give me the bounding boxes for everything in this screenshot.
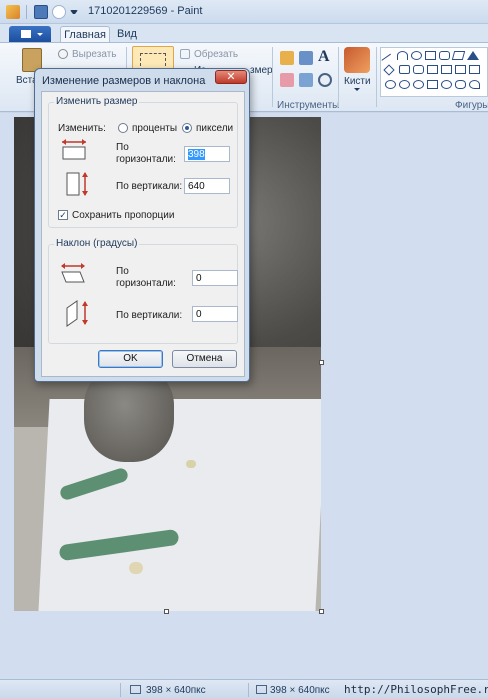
tools-group-label: Инструменты	[277, 100, 340, 111]
pencil-icon[interactable]	[280, 51, 294, 65]
image-size-text: 398 × 640пкс	[270, 685, 330, 696]
title-bar: 1710201229569 - Paint	[0, 0, 488, 24]
fill-icon[interactable]	[299, 51, 313, 65]
resize-horizontal-label-line1: По	[116, 142, 129, 153]
callout-cloud-shape-icon[interactable]	[455, 80, 466, 89]
skew-vertical-label: По вертикали:	[116, 310, 183, 321]
oval-shape-icon[interactable]	[411, 51, 422, 60]
skew-group	[48, 244, 238, 344]
status-divider	[120, 683, 121, 697]
pixels-radio[interactable]	[182, 123, 192, 133]
skew-horizontal-label-line2: горизонтали:	[116, 278, 176, 289]
resize-handle-bottom[interactable]	[164, 609, 169, 614]
window-title: 1710201229569 - Paint	[88, 5, 203, 17]
resize-vertical-input[interactable]: 640	[184, 178, 230, 194]
resize-horizontal-label-line2: горизонтали:	[116, 154, 176, 165]
pixels-radio-label[interactable]: пиксели	[196, 123, 233, 134]
bead	[129, 562, 143, 574]
resize-handle-right[interactable]	[319, 360, 324, 365]
ribbon-divider	[272, 47, 273, 107]
resize-by-label: Изменить:	[58, 123, 106, 134]
percent-radio-label[interactable]: проценты	[132, 123, 177, 134]
app-menu-button[interactable]	[9, 26, 51, 42]
color-picker-icon[interactable]	[299, 73, 313, 87]
skew-group-legend: Наклон (градусы)	[54, 238, 140, 249]
resize-horizontal-input[interactable]: 398	[184, 146, 230, 162]
left-arrow-shape-icon[interactable]	[441, 65, 452, 74]
resize-vertical-icon	[66, 172, 88, 196]
triangle-shape-icon[interactable]	[467, 51, 479, 60]
star5-shape-icon[interactable]	[399, 80, 410, 89]
callout-rect-shape-icon[interactable]	[427, 80, 438, 89]
hexagon-shape-icon[interactable]	[413, 65, 424, 74]
dialog-body: Изменить размер Изменить: проценты пиксе…	[41, 91, 245, 377]
resize-vertical-label: По вертикали:	[116, 181, 183, 192]
brushes-chevron-down-icon[interactable]	[354, 88, 360, 91]
skew-horizontal-icon	[61, 263, 85, 283]
save-icon[interactable]	[34, 5, 48, 19]
percent-radio[interactable]	[118, 123, 128, 133]
undo-icon[interactable]	[52, 5, 66, 19]
bead-small	[186, 460, 196, 468]
ribbon-divider	[338, 47, 339, 107]
brush-icon[interactable]	[344, 47, 370, 73]
right-arrow-shape-icon[interactable]	[427, 65, 438, 74]
shapes-gallery[interactable]	[380, 47, 488, 97]
document-icon	[21, 30, 31, 38]
shapes-group-label: Фигуры	[455, 100, 488, 111]
crop-button-label[interactable]: Обрезать	[194, 49, 238, 60]
selection-size-text: 398 × 640пкс	[146, 685, 206, 696]
eraser-icon[interactable]	[280, 73, 294, 87]
text-icon[interactable]: A	[318, 49, 332, 65]
paper-sheet	[38, 399, 321, 611]
rectangle-shape-icon[interactable]	[425, 51, 436, 60]
down-arrow-shape-icon[interactable]	[469, 65, 480, 74]
paint-app-icon[interactable]	[6, 5, 20, 19]
polygon-shape-icon[interactable]	[451, 51, 466, 60]
skew-horizontal-input[interactable]: 0	[192, 270, 238, 286]
resize-group-legend: Изменить размер	[54, 96, 140, 107]
selection-size-icon	[130, 685, 141, 694]
up-arrow-shape-icon[interactable]	[455, 65, 466, 74]
ok-button[interactable]: OK	[98, 350, 163, 368]
resize-handle-corner[interactable]	[319, 609, 324, 614]
scissors-icon[interactable]	[58, 49, 68, 59]
rotate-button-label[interactable]: змер	[250, 65, 273, 76]
resize-skew-dialog: Изменение размеров и наклона ✕ Изменить …	[34, 68, 250, 382]
crop-icon[interactable]	[180, 49, 190, 59]
rounded-rectangle-shape-icon[interactable]	[439, 51, 450, 60]
curve-shape-icon[interactable]	[397, 51, 408, 60]
dialog-title: Изменение размеров и наклона	[42, 75, 206, 87]
star-shape-icon[interactable]	[385, 80, 396, 89]
customize-arrow-icon[interactable]	[70, 10, 78, 14]
brushes-button-label[interactable]: Кисти	[344, 76, 371, 87]
watermark: http://PhilosophFree.ru/	[344, 683, 488, 696]
magnifier-icon[interactable]	[318, 73, 332, 87]
heart-shape-icon[interactable]	[469, 80, 480, 89]
ribbon-tabs: Главная Вид	[0, 24, 488, 42]
tab-home[interactable]: Главная	[60, 26, 110, 42]
star6-shape-icon[interactable]	[413, 80, 424, 89]
ribbon-divider	[376, 47, 377, 107]
resize-horizontal-icon	[62, 139, 86, 160]
chevron-down-icon	[37, 33, 43, 36]
cut-button-label[interactable]: Вырезать	[72, 49, 116, 60]
resize-horizontal-value: 398	[188, 149, 205, 160]
image-size-icon	[256, 685, 267, 694]
skew-horizontal-label-line1: По	[116, 266, 129, 277]
cancel-button[interactable]: Отмена	[172, 350, 237, 368]
pentagon-shape-icon[interactable]	[399, 65, 410, 74]
keep-ratio-label[interactable]: Сохранить пропорции	[72, 210, 174, 221]
tab-view[interactable]: Вид	[112, 26, 142, 42]
keep-ratio-checkbox[interactable]: ✓	[58, 210, 68, 220]
callout-oval-shape-icon[interactable]	[441, 80, 452, 89]
quick-access-divider	[26, 5, 27, 19]
status-divider	[248, 683, 249, 697]
skew-vertical-input[interactable]: 0	[192, 306, 238, 322]
skew-vertical-icon	[66, 300, 88, 327]
close-button[interactable]: ✕	[215, 70, 247, 84]
